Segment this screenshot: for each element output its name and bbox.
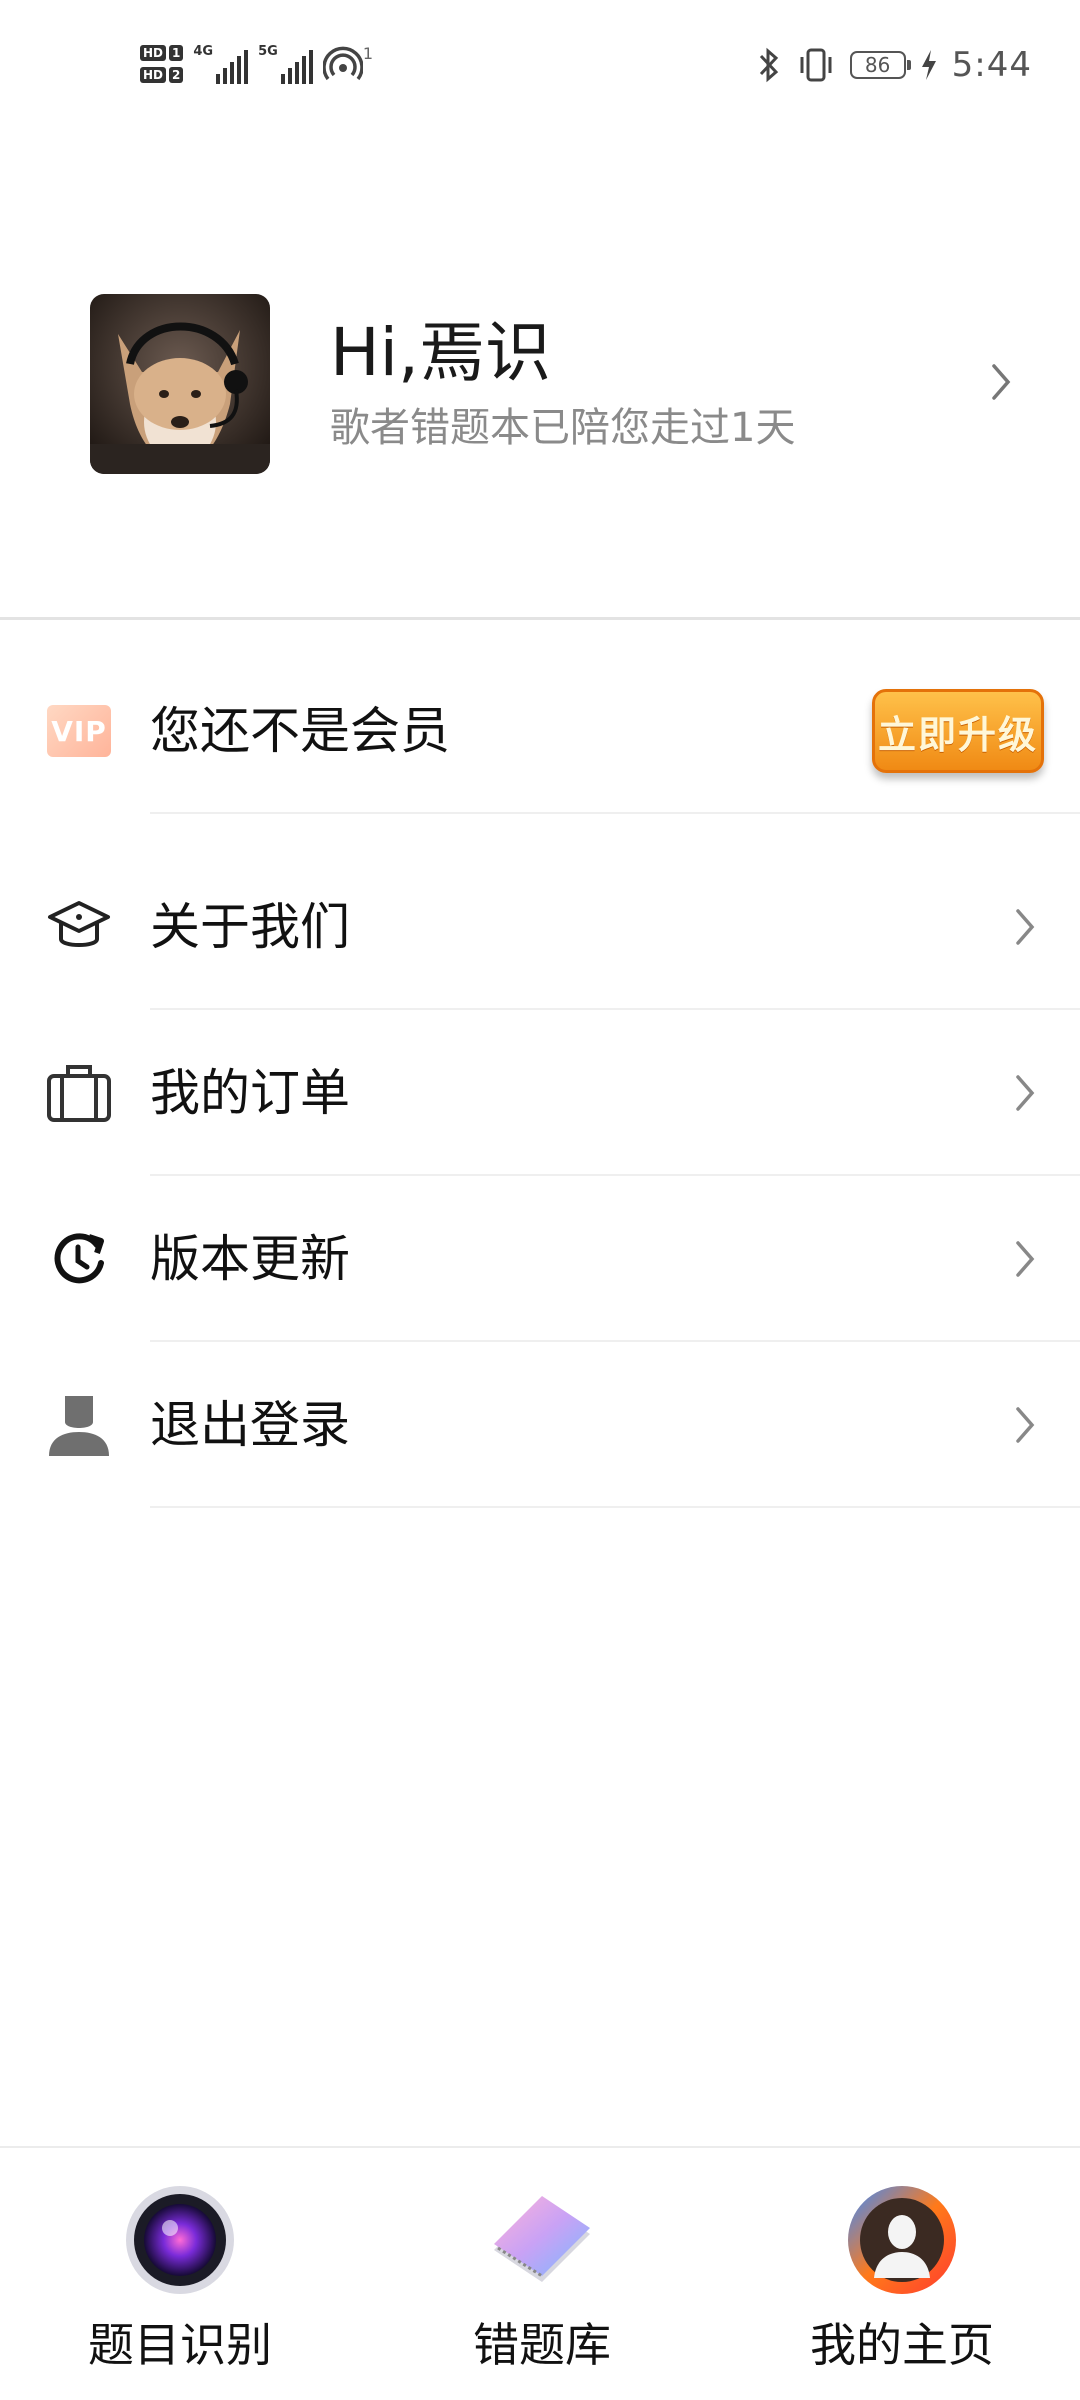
charging-icon — [921, 50, 936, 80]
nav-item-recognize[interactable]: 题目识别 — [50, 2148, 310, 2400]
menu-item-about-us[interactable]: 关于我们 — [0, 844, 1080, 1010]
network-type: 4G — [193, 44, 214, 59]
row-divider — [150, 812, 1080, 814]
user-greeting: Hi,焉识 — [330, 314, 551, 391]
menu-item-label: 退出登录 — [150, 1396, 350, 1454]
menu-item-logout[interactable]: 退出登录 — [0, 1342, 1080, 1508]
menu-item-my-orders[interactable]: 我的订单 — [0, 1010, 1080, 1176]
refresh-clock-icon — [44, 1224, 114, 1294]
section-divider — [0, 617, 1080, 620]
profile-header[interactable]: Hi,焉识 歌者错题本已陪您走过1天 — [0, 248, 1080, 528]
menu-item-version-update[interactable]: 版本更新 — [0, 1176, 1080, 1342]
battery-icon: 86 — [849, 51, 911, 79]
sim-slot: 2 — [169, 67, 184, 83]
chevron-right-icon — [1016, 909, 1035, 945]
sim-slot: 1 — [169, 45, 184, 61]
nav-label: 我的主页 — [810, 2318, 994, 2372]
nav-item-mistake-library[interactable]: 错题库 — [412, 2148, 672, 2400]
menu-item-label: 版本更新 — [150, 1230, 350, 1288]
battery-level: 86 — [864, 53, 891, 77]
chevron-right-icon[interactable] — [986, 360, 1016, 404]
signal-2-icon: 5G — [258, 44, 313, 84]
nav-label: 题目识别 — [88, 2318, 272, 2372]
upgrade-button[interactable]: 立即升级 — [872, 689, 1044, 773]
vip-status-label: 您还不是会员 — [150, 702, 450, 760]
sim-indicators: HD 1 HD 2 — [140, 45, 184, 83]
bluetooth-icon — [759, 47, 778, 83]
hd-badge: HD — [140, 67, 167, 83]
signal-1-icon: 4G — [193, 44, 249, 84]
graduation-cap-icon — [44, 892, 114, 962]
avatar[interactable] — [90, 294, 270, 474]
status-left: HD 1 HD 2 4G 5G 1 — [140, 34, 373, 94]
chevron-right-icon — [1016, 1241, 1035, 1277]
sim1-indicator: HD 1 — [140, 45, 184, 61]
profile-avatar-icon — [848, 2186, 956, 2294]
chevron-right-icon — [1016, 1407, 1035, 1443]
menu-item-label: 我的订单 — [150, 1064, 350, 1122]
user-icon — [44, 1390, 114, 1460]
network-type: 5G — [258, 44, 278, 59]
hd-badge: HD — [140, 45, 167, 61]
hotspot-icon: 1 — [322, 44, 373, 84]
chevron-right-icon — [1016, 1075, 1035, 1111]
nav-item-my-home[interactable]: 我的主页 — [772, 2148, 1032, 2400]
camera-lens-icon — [126, 2186, 234, 2294]
row-divider — [150, 1506, 1080, 1508]
profile-screen: HD 1 HD 2 4G 5G 1 86 5:44 Hi,焉识 歌者错题本已陪您… — [0, 0, 1080, 2400]
hotspot-count: 1 — [362, 44, 373, 63]
vip-badge-icon: VIP — [44, 696, 114, 766]
vibrate-icon — [800, 48, 832, 82]
vip-row: VIP 您还不是会员 立即升级 — [0, 648, 1080, 814]
nav-label: 错题库 — [473, 2318, 611, 2372]
notebook-icon — [494, 2196, 590, 2282]
status-bar: HD 1 HD 2 4G 5G 1 86 5:44 — [0, 0, 1080, 130]
briefcase-icon — [44, 1058, 114, 1128]
sim2-indicator: HD 2 — [140, 67, 184, 83]
menu-item-label: 关于我们 — [150, 898, 350, 956]
user-subtitle: 歌者错题本已陪您走过1天 — [330, 405, 796, 451]
bottom-nav: 题目识别 错题库 我的主页 — [0, 2146, 1080, 2400]
clock: 5:44 — [951, 45, 1032, 85]
status-right: 86 5:44 — [756, 40, 1032, 90]
